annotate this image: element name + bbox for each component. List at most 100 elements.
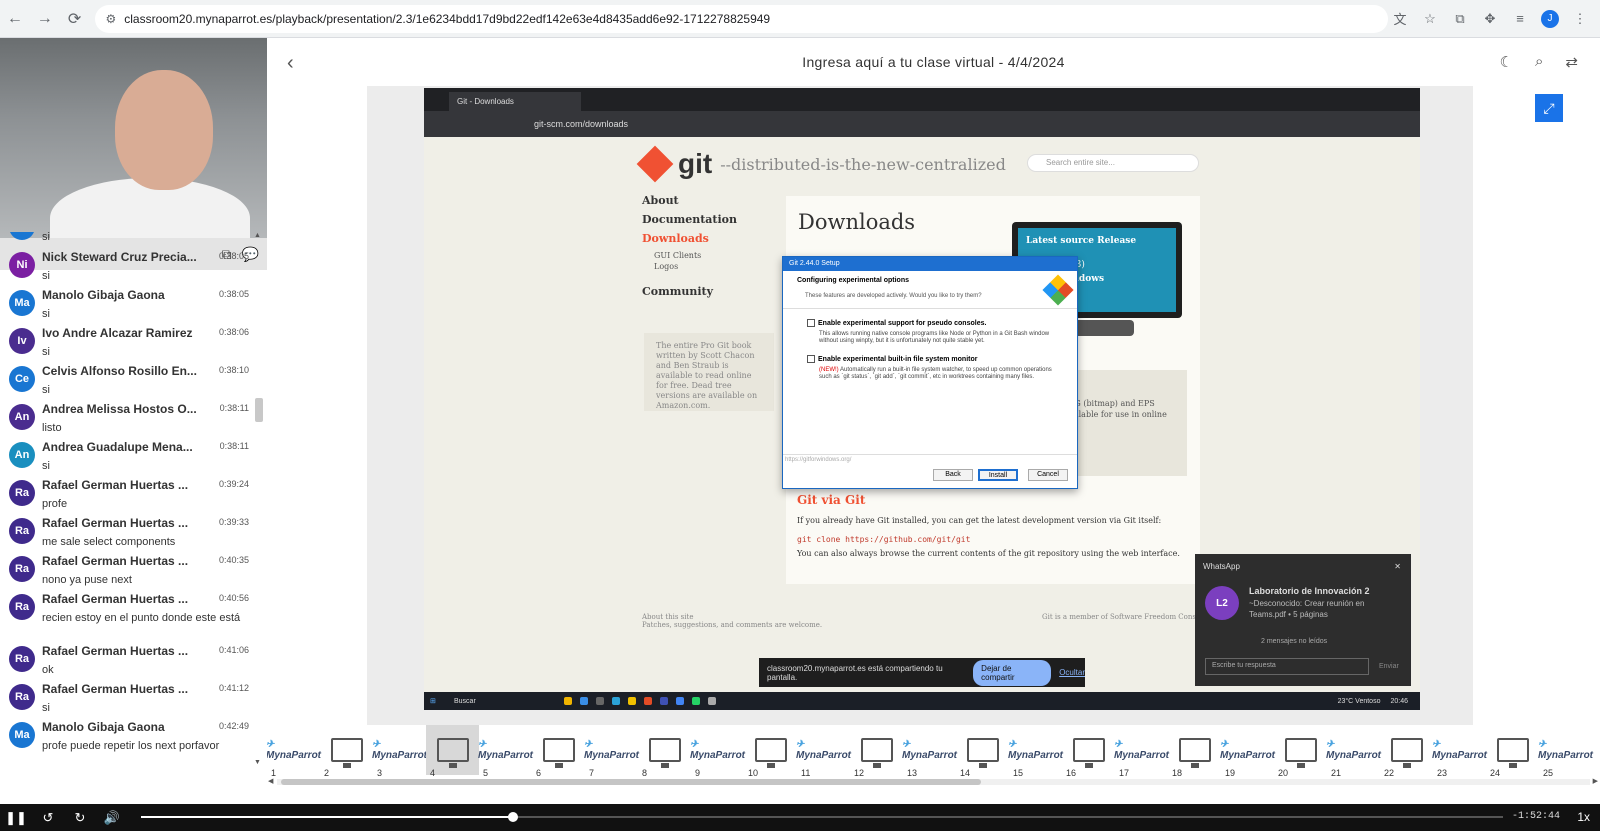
presentation-header: ‹ Ingresa aquí a tu clase virtual - 4/4/… bbox=[267, 38, 1600, 88]
slide-thumbnail[interactable]: ✈MynaParrot 13 bbox=[902, 725, 957, 778]
chat-message-text: ok bbox=[42, 664, 54, 676]
scroll-right-icon[interactable]: ▶ bbox=[1593, 777, 1598, 785]
slide-thumbnail[interactable]: ✈MynaParrot 7 bbox=[584, 725, 639, 778]
progress-knob[interactable] bbox=[507, 812, 518, 822]
chat-timestamp[interactable]: 0:38:06 bbox=[219, 327, 249, 337]
thumbnail-scrollbar[interactable]: ◀ ▶ bbox=[267, 777, 1600, 787]
extension-icon[interactable]: ⧉ bbox=[1448, 7, 1472, 31]
avatar bbox=[9, 232, 35, 240]
chat-timestamp[interactable]: 0:41:12 bbox=[219, 683, 249, 693]
chat-timestamp[interactable]: 0:42:49 bbox=[219, 721, 249, 731]
chat-scrollbar[interactable]: ▲ ▼ bbox=[253, 232, 263, 766]
mynaparrot-logo-icon: ✈MynaParrot bbox=[267, 739, 322, 761]
slide-thumbnail[interactable]: ✈MynaParrot1 bbox=[267, 725, 322, 778]
chat-message: Iv Ivo Andre Alcazar Ramirez 0:38:06 si bbox=[0, 322, 252, 360]
taskbar-search: Buscar bbox=[454, 697, 476, 705]
slide-thumbnail[interactable]: ✈MynaParrot 19 bbox=[1220, 725, 1275, 778]
swap-icon[interactable]: ⇄ bbox=[1565, 53, 1578, 71]
chat-message: Ni Nick Steward Cruz Precia... 0:38:05 si bbox=[0, 246, 252, 284]
chat-timestamp[interactable]: 0:38:11 bbox=[220, 403, 249, 413]
slide-thumbnail[interactable]: ✈MynaParrot 25 bbox=[1538, 725, 1593, 778]
more-menu-icon[interactable]: ⋮ bbox=[1568, 7, 1592, 31]
bookmark-star-icon[interactable]: ☆ bbox=[1418, 7, 1442, 31]
site-info-icon[interactable]: ⚙ bbox=[105, 12, 116, 26]
speed-button[interactable]: 1x bbox=[1577, 810, 1590, 824]
slide-thumbnail[interactable]: ✈MynaParrot 21 bbox=[1326, 725, 1381, 778]
fullscreen-icon[interactable]: ⤢ bbox=[1535, 94, 1563, 122]
address-bar[interactable]: ⚙ classroom20.mynaparrot.es/playback/pre… bbox=[95, 4, 1388, 33]
git-tagline: --distributed-is-the-new-centralized bbox=[720, 154, 1006, 174]
chat-timestamp[interactable]: 0:40:35 bbox=[219, 555, 249, 565]
slide-thumbnail[interactable]: 12 bbox=[850, 725, 903, 778]
thumbnail-scroll-thumb[interactable] bbox=[281, 779, 981, 785]
forward-arrow-icon[interactable]: → bbox=[30, 4, 60, 34]
chat-timestamp[interactable]: 0:40:56 bbox=[219, 593, 249, 603]
chat-timestamp[interactable]: 0:38:10 bbox=[219, 365, 249, 375]
chat-timestamp[interactable]: 0:38:05 bbox=[219, 289, 249, 299]
chat-timestamp[interactable]: 0:39:24 bbox=[219, 479, 249, 489]
chat-message: Ra Rafael German Huertas ... 0:39:33 me sal… bbox=[0, 512, 252, 550]
slide-thumbnail[interactable]: 8 bbox=[638, 725, 691, 778]
stop-sharing-button: Dejar de compartir bbox=[973, 659, 1052, 686]
slide-thumbnail[interactable]: 18 bbox=[1168, 725, 1221, 778]
chat-sender-name: Rafael German Huertas ... bbox=[42, 516, 189, 530]
reload-icon[interactable]: ⟳ bbox=[60, 4, 90, 34]
progress-bar[interactable] bbox=[141, 812, 1503, 822]
chat-timestamp[interactable]: 0:38:11 bbox=[220, 441, 249, 451]
message-preview: ~Desconocido: Crear reunión en Teams.pdf… bbox=[1249, 599, 1365, 619]
slide-thumbnail[interactable]: 6 bbox=[532, 725, 585, 778]
scroll-left-icon[interactable]: ◀ bbox=[268, 777, 273, 785]
slide-thumbnail[interactable]: ✈MynaParrot 11 bbox=[796, 725, 851, 778]
chat-timestamp[interactable]: 0:38:05 bbox=[219, 251, 249, 261]
slide-thumbnail[interactable]: ✈MynaParrot 23 bbox=[1432, 725, 1487, 778]
chat-timestamp[interactable]: 0:39:33 bbox=[219, 517, 249, 527]
media-control-icon[interactable]: ≡ bbox=[1508, 7, 1532, 31]
volume-icon[interactable]: 🔊 bbox=[96, 810, 128, 826]
chat-timestamp[interactable]: 0:41:06 bbox=[219, 645, 249, 655]
progress-fill bbox=[141, 816, 513, 818]
back-arrow-icon[interactable]: ← bbox=[0, 4, 30, 34]
slide-thumbnail[interactable]: 4 bbox=[426, 725, 479, 778]
slide-thumbnail[interactable]: 10 bbox=[744, 725, 797, 778]
slide-thumbnail[interactable]: ✈MynaParrot 3 bbox=[372, 725, 427, 778]
slide-thumbnail[interactable]: 14 bbox=[956, 725, 1009, 778]
puzzle-icon[interactable]: ✥ bbox=[1478, 7, 1502, 31]
git-nav-gui-clients: GUI Clients bbox=[654, 251, 702, 260]
forward-icon[interactable]: ↻ bbox=[64, 810, 96, 826]
scroll-down-icon[interactable]: ▼ bbox=[254, 759, 261, 766]
profile-avatar[interactable]: J bbox=[1541, 9, 1559, 28]
monitor-icon bbox=[542, 738, 575, 768]
chrome-icon bbox=[676, 697, 684, 705]
chat-sender-name: Rafael German Huertas ... bbox=[42, 644, 189, 658]
share-text: classroom20.mynaparrot.es está compartie… bbox=[767, 663, 943, 682]
monitor-icon bbox=[754, 738, 787, 768]
moon-icon[interactable]: ☾ bbox=[1500, 53, 1513, 71]
chat-scroll-thumb[interactable] bbox=[255, 398, 263, 422]
slide-thumbnail[interactable]: 2 bbox=[320, 725, 373, 778]
slide-thumbnail[interactable]: ✈MynaParrot 17 bbox=[1114, 725, 1169, 778]
dialog-url: https://gitforwindows.org/ bbox=[785, 457, 852, 463]
pause-icon[interactable]: ❚❚ bbox=[0, 810, 32, 826]
avatar: Ra bbox=[9, 480, 35, 506]
chat-message-text: si bbox=[42, 270, 50, 282]
webcam-video bbox=[0, 38, 267, 238]
scroll-up-icon[interactable]: ▲ bbox=[254, 232, 261, 239]
close-icon: ✕ bbox=[1394, 562, 1401, 571]
rewind-icon[interactable]: ↺ bbox=[32, 810, 64, 826]
slide-thumbnail[interactable]: 22 bbox=[1380, 725, 1433, 778]
slide-thumbnail[interactable]: ✈MynaParrot 9 bbox=[690, 725, 745, 778]
search-icon[interactable]: ⌕ bbox=[1535, 53, 1543, 71]
dialog-subheading: These features are developed actively. W… bbox=[805, 293, 982, 299]
slide-thumbnail[interactable]: 16 bbox=[1062, 725, 1115, 778]
slide-thumbnail[interactable]: ✈MynaParrot 15 bbox=[1008, 725, 1063, 778]
chat-list[interactable]: si Ni Nick Steward Cruz Precia... 0:38:05 s… bbox=[0, 232, 252, 766]
slide-thumbnail[interactable]: 20 bbox=[1274, 725, 1327, 778]
slide-thumbnail[interactable]: 24 bbox=[1486, 725, 1539, 778]
avatar: An bbox=[9, 442, 35, 468]
chat-sender-name: Rafael German Huertas ... bbox=[42, 478, 189, 492]
avatar: Ra bbox=[9, 594, 35, 620]
slide-thumbnail[interactable]: ✈MynaParrot 5 bbox=[478, 725, 533, 778]
translate-icon[interactable]: 文 bbox=[1388, 7, 1412, 31]
chat-message: An Andrea Melissa Hostos O... 0:38:11 listo bbox=[0, 398, 252, 436]
app-icon bbox=[708, 697, 716, 705]
